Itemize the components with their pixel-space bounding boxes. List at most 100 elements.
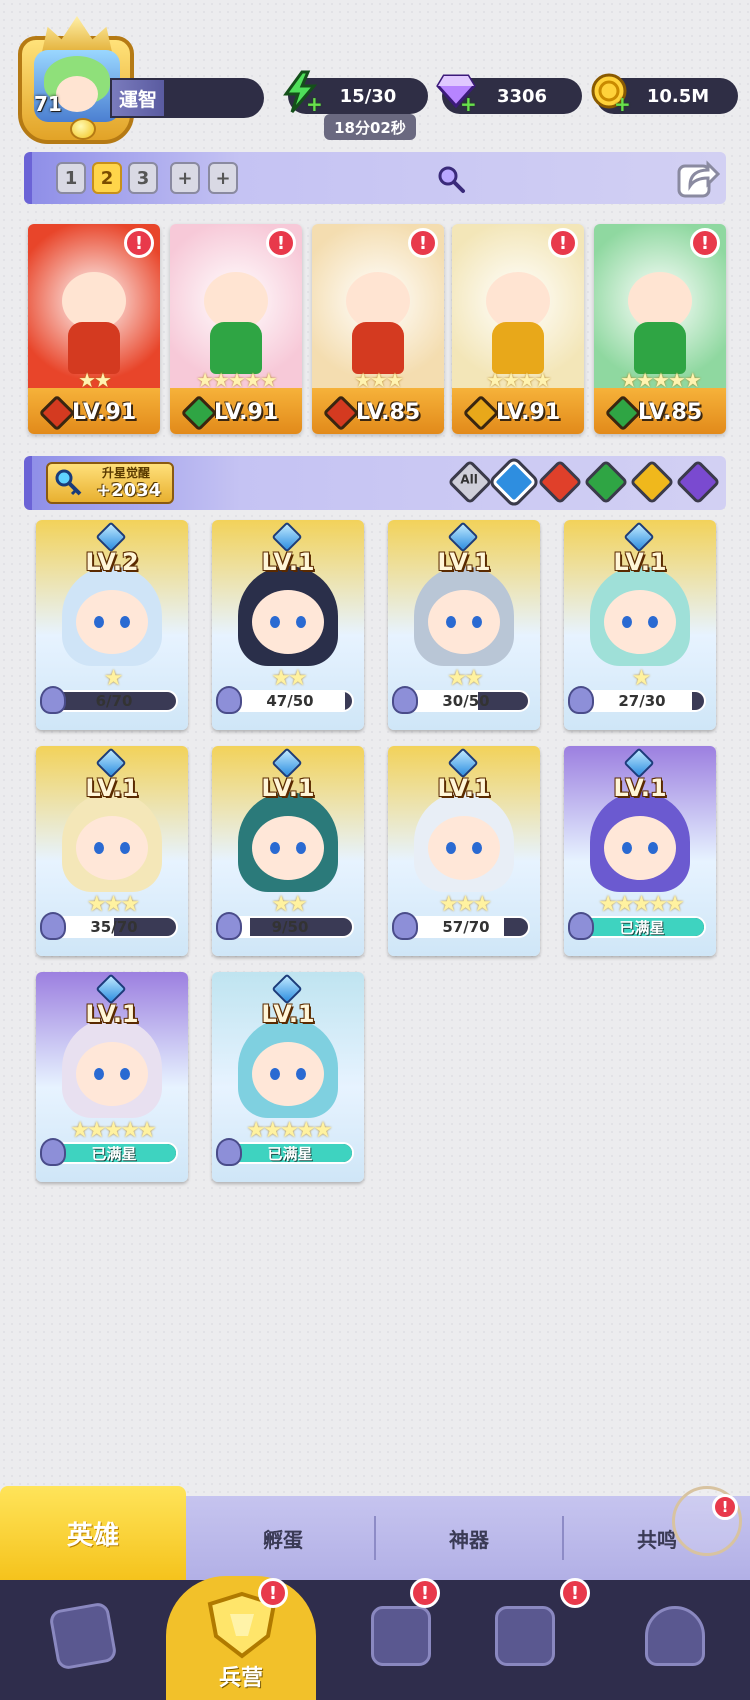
shard-icon	[40, 686, 66, 714]
shard-progress-bar: 35/70	[50, 916, 178, 938]
hero-level: LV.1	[261, 548, 315, 576]
hero-card[interactable]: LV.1 ★★ 9/50	[212, 746, 364, 956]
hero-level: LV.2	[85, 548, 139, 576]
nav-barracks-label: 兵营	[218, 1666, 263, 1691]
shard-progress-text: 57/70	[442, 918, 490, 936]
hero-level: LV.91	[72, 400, 137, 425]
map-icon	[371, 1606, 431, 1666]
shard-progress-bar: 已满星	[226, 1142, 354, 1164]
team-slot-add-1[interactable]: +	[170, 162, 200, 194]
shard-icon	[40, 1138, 66, 1166]
hero-alert-badge: !	[548, 228, 578, 258]
coin-value: 10.5M	[646, 85, 710, 107]
energy-timer: 18分02秒	[324, 114, 416, 140]
hero-card[interactable]: LV.1 ★★ 30/50	[388, 520, 540, 730]
tab-hatch[interactable]: 孵蛋	[190, 1496, 376, 1580]
resonance-alert-badge: !	[712, 1494, 738, 1520]
team-slot-add-2[interactable]: +	[208, 162, 238, 194]
hero-level: LV.85	[356, 400, 421, 425]
shard-icon	[40, 912, 66, 940]
hero-level: LV.91	[214, 400, 279, 425]
temple-alert-badge: !	[560, 1578, 590, 1608]
awaken-label: 升星觉醒	[102, 466, 151, 480]
team-slot-2[interactable]: 2	[92, 162, 122, 194]
hero-alert-badge: !	[690, 228, 720, 258]
shard-progress-bar: 47/50	[226, 690, 354, 712]
energy-value: 15/30	[339, 85, 397, 107]
shard-progress-text: 30/50	[442, 692, 490, 710]
hero-level: LV.85	[638, 400, 703, 425]
shard-icon	[568, 912, 594, 940]
temple-icon	[495, 1606, 555, 1666]
team-hero-card[interactable]: ★★★ LV.85!	[312, 224, 444, 434]
hero-stars: ★★	[78, 368, 112, 392]
team-hero-card[interactable]: ★★★★★ LV.91!	[170, 224, 302, 434]
hero-level: LV.1	[437, 548, 491, 576]
hero-alert-badge: !	[408, 228, 438, 258]
gem-counter[interactable]: + 3306	[436, 74, 582, 114]
gem-value: 3306	[496, 85, 548, 107]
shard-progress-bar: 9/50	[226, 916, 354, 938]
shard-progress-text: 9/50	[271, 918, 309, 936]
hero-level: LV.1	[85, 1000, 139, 1028]
shard-progress-text: 35/70	[90, 918, 138, 936]
hero-level: LV.1	[613, 774, 667, 802]
hero-card[interactable]: LV.1 ★★★★★ 已满星	[36, 972, 188, 1182]
hero-card[interactable]: LV.1 ★ 27/30	[564, 520, 716, 730]
hero-stars: ★★★★★	[196, 368, 278, 392]
hero-card[interactable]: LV.2 ★ 6/70	[36, 520, 188, 730]
share-icon[interactable]	[676, 156, 720, 200]
hero-stars: ★★★	[354, 368, 404, 392]
hero-stars: ★★★★★	[620, 368, 702, 392]
shard-progress-bar: 57/70	[402, 916, 530, 938]
team-hero-card[interactable]: ★★★★★ LV.85!	[594, 224, 726, 434]
shard-progress-text: 27/30	[618, 692, 666, 710]
energy-counter[interactable]: + 15/30	[283, 70, 428, 114]
player-level: 71	[34, 92, 62, 116]
hero-card[interactable]: LV.1 ★★★ 57/70	[388, 746, 540, 956]
nav-barracks[interactable]: 兵营	[166, 1576, 316, 1700]
hero-card[interactable]: LV.1 ★★★★★ 已满星	[564, 746, 716, 956]
shard-progress-text: 已满星	[91, 1144, 137, 1163]
nav-guild[interactable]	[600, 1580, 750, 1700]
shard-progress-text: 已满星	[267, 1144, 313, 1163]
player-name[interactable]: 運智	[112, 80, 164, 116]
team-slot-3[interactable]: 3	[128, 162, 158, 194]
shard-progress-bar: 已满星	[578, 916, 706, 938]
shard-icon	[216, 912, 242, 940]
mushroom-icon	[645, 1606, 705, 1666]
hero-level: LV.91	[496, 400, 561, 425]
cards-icon	[48, 1601, 118, 1671]
team-hero-card[interactable]: ★★ LV.91!	[28, 224, 160, 434]
hero-card[interactable]: LV.1 ★★ 47/50	[212, 520, 364, 730]
hero-level: LV.1	[261, 1000, 315, 1028]
team-slot-1[interactable]: 1	[56, 162, 86, 194]
avatar-gem-icon	[70, 118, 96, 140]
hero-card[interactable]: LV.1 ★★★★★ 已满星	[212, 972, 364, 1182]
shard-progress-bar: 6/70	[50, 690, 178, 712]
nav-cards[interactable]	[8, 1580, 158, 1700]
shard-progress-bar: 30/50	[402, 690, 530, 712]
shard-icon	[216, 1138, 242, 1166]
shard-progress-bar: 已满星	[50, 1142, 178, 1164]
map-alert-badge: !	[410, 1578, 440, 1608]
coin-counter[interactable]: + 10.5M	[591, 73, 738, 114]
hero-card[interactable]: LV.1 ★★★ 35/70	[36, 746, 188, 956]
tab-artifacts[interactable]: 神器	[376, 1496, 562, 1580]
shard-icon	[392, 686, 418, 714]
hero-level: LV.1	[613, 548, 667, 576]
search-icon[interactable]	[436, 164, 466, 194]
shard-progress-text: 6/70	[95, 692, 133, 710]
shard-progress-text: 已满星	[619, 918, 665, 937]
tab-heroes[interactable]: 英雄	[0, 1486, 186, 1580]
hero-alert-badge: !	[266, 228, 296, 258]
gem-add-icon[interactable]: +	[460, 94, 477, 114]
key-icon	[55, 469, 82, 496]
team-hero-card[interactable]: ★★★★ LV.91!	[452, 224, 584, 434]
energy-add-icon[interactable]: +	[306, 94, 323, 114]
shard-progress-text: 47/50	[266, 692, 314, 710]
coin-add-icon[interactable]: +	[614, 94, 631, 114]
hero-stars: ★★★★	[486, 368, 552, 392]
barracks-alert-badge: !	[258, 1578, 288, 1608]
shard-icon	[216, 686, 242, 714]
